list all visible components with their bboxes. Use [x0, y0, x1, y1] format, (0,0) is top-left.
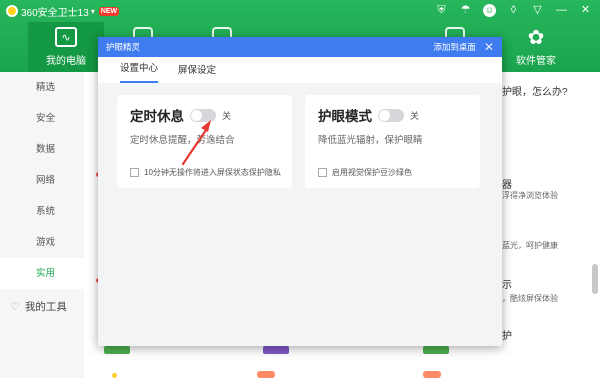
- eye-care-dialog: 护眼精灵 添加到桌面 ✕ 设置中心 屏保设定 定时休息 关 定时休息提醒，劳逸结…: [98, 37, 502, 346]
- sidebar-item-games[interactable]: 游戏: [0, 227, 84, 258]
- timed-rest-checkbox-row[interactable]: 10分钟无操作将进入屏保状态保护隐私: [130, 167, 281, 178]
- tab-software-manager[interactable]: ✿ 软件管家: [498, 22, 574, 72]
- bg-question: 护眼，怎么办?: [502, 87, 568, 98]
- toggle-knob: [379, 109, 390, 121]
- timed-rest-toggle-state: 关: [222, 110, 232, 121]
- eye-mode-toggle-state: 关: [410, 110, 420, 121]
- bg-hot-badge: [423, 371, 441, 378]
- monitor-icon: ∿: [55, 27, 77, 47]
- dialog-close-icon[interactable]: ✕: [484, 41, 494, 53]
- window-controls: ⛨ ☂ ☺ ◊ ▽ — ✕: [435, 3, 592, 17]
- sidebar-item-system[interactable]: 系统: [0, 196, 84, 227]
- timed-rest-card: 定时休息 关 定时休息提醒，劳逸结合 10分钟无操作将进入屏保状态保护隐私: [117, 95, 292, 188]
- sidebar: 精选 安全 数据 网络 系统 游戏 实用 ♡ 我的工具: [0, 72, 84, 378]
- toggle-knob: [191, 109, 202, 121]
- add-to-desktop-button[interactable]: 添加到桌面: [433, 41, 476, 53]
- tab-settings-center[interactable]: 设置中心: [120, 63, 159, 83]
- dialog-title: 护眼精灵: [106, 42, 141, 52]
- bg-tool-icon: [112, 373, 117, 378]
- tab-software-manager-label: 软件管家: [516, 56, 556, 67]
- bg-fragment-4: 护: [502, 331, 512, 342]
- eye-mode-header: 护眼模式 关: [318, 106, 419, 124]
- tab-my-computer[interactable]: ∿ 我的电脑: [28, 22, 104, 72]
- bg-card-icon: [104, 346, 130, 354]
- bg-fragment-2-desc: 蓝光，呵护健康: [502, 241, 558, 250]
- eye-mode-checkbox[interactable]: [318, 168, 327, 177]
- app-title-bar: 360安全卫士13 ▾ NEW: [6, 4, 120, 19]
- skin-icon[interactable]: ◊: [507, 3, 520, 17]
- menu-icon[interactable]: ▽: [531, 3, 544, 17]
- eye-mode-description: 降低蓝光辐射，保护眼睛: [318, 135, 423, 146]
- dropdown-arrow-icon[interactable]: ▾: [91, 7, 95, 16]
- bg-card-icon: [423, 346, 449, 354]
- sidebar-item-security[interactable]: 安全: [0, 103, 84, 134]
- timed-rest-checkbox-label: 10分钟无操作将进入屏保状态保护隐私: [144, 168, 281, 177]
- sidebar-item-utility[interactable]: 实用: [0, 258, 84, 289]
- timed-rest-toggle[interactable]: [190, 108, 216, 122]
- avatar-icon[interactable]: ☺: [483, 3, 496, 17]
- timed-rest-description: 定时休息提醒，劳逸结合: [130, 135, 235, 146]
- flower-icon: ✿: [527, 26, 545, 49]
- timed-rest-header: 定时休息 关: [130, 106, 231, 124]
- bg-fragment-3-desc: ，酷炫屏保体验: [502, 294, 558, 303]
- bg-hot-badge: [257, 371, 275, 378]
- dialog-tabs: 设置中心 屏保设定: [98, 57, 502, 83]
- tab-my-computer-label: 我的电脑: [46, 56, 86, 67]
- sidebar-item-data[interactable]: 数据: [0, 134, 84, 165]
- eye-mode-checkbox-row[interactable]: 启用视觉保护豆沙绿色: [318, 167, 412, 178]
- app-title: 360安全卫士13: [21, 7, 89, 19]
- sidebar-item-featured[interactable]: 精选: [0, 72, 84, 103]
- bg-fragment-1-desc: 浮得净浏览体验: [502, 191, 558, 200]
- minimize-icon[interactable]: —: [555, 3, 568, 17]
- close-icon[interactable]: ✕: [579, 3, 592, 17]
- 360-logo-icon: [6, 5, 18, 17]
- tab-screensaver-settings[interactable]: 屏保设定: [178, 65, 216, 83]
- dialog-header: 护眼精灵 添加到桌面 ✕: [98, 37, 502, 57]
- bg-fragment-3: 示: [502, 280, 512, 291]
- eye-mode-checkbox-label: 启用视觉保护豆沙绿色: [332, 168, 412, 177]
- umbrella-icon[interactable]: ☂: [459, 3, 472, 17]
- my-tools-label: 我的工具: [24, 300, 67, 313]
- dialog-header-actions: 添加到桌面 ✕: [433, 41, 494, 53]
- sidebar-my-tools[interactable]: ♡ 我的工具: [0, 295, 84, 317]
- new-badge: NEW: [98, 6, 120, 16]
- eye-mode-card: 护眼模式 关 降低蓝光辐射，保护眼睛 启用视觉保护豆沙绿色: [305, 95, 480, 188]
- sidebar-item-network[interactable]: 网络: [0, 165, 84, 196]
- timed-rest-title: 定时休息: [130, 109, 184, 124]
- eye-mode-toggle[interactable]: [378, 108, 404, 122]
- bg-card-icon: [263, 346, 289, 354]
- shield-icon[interactable]: ⛨: [435, 3, 448, 17]
- heart-icon: ♡: [10, 300, 20, 313]
- scrollbar[interactable]: [592, 264, 598, 294]
- eye-mode-title: 护眼模式: [318, 109, 372, 124]
- timed-rest-checkbox[interactable]: [130, 168, 139, 177]
- bg-fragment-1: 器: [502, 180, 512, 191]
